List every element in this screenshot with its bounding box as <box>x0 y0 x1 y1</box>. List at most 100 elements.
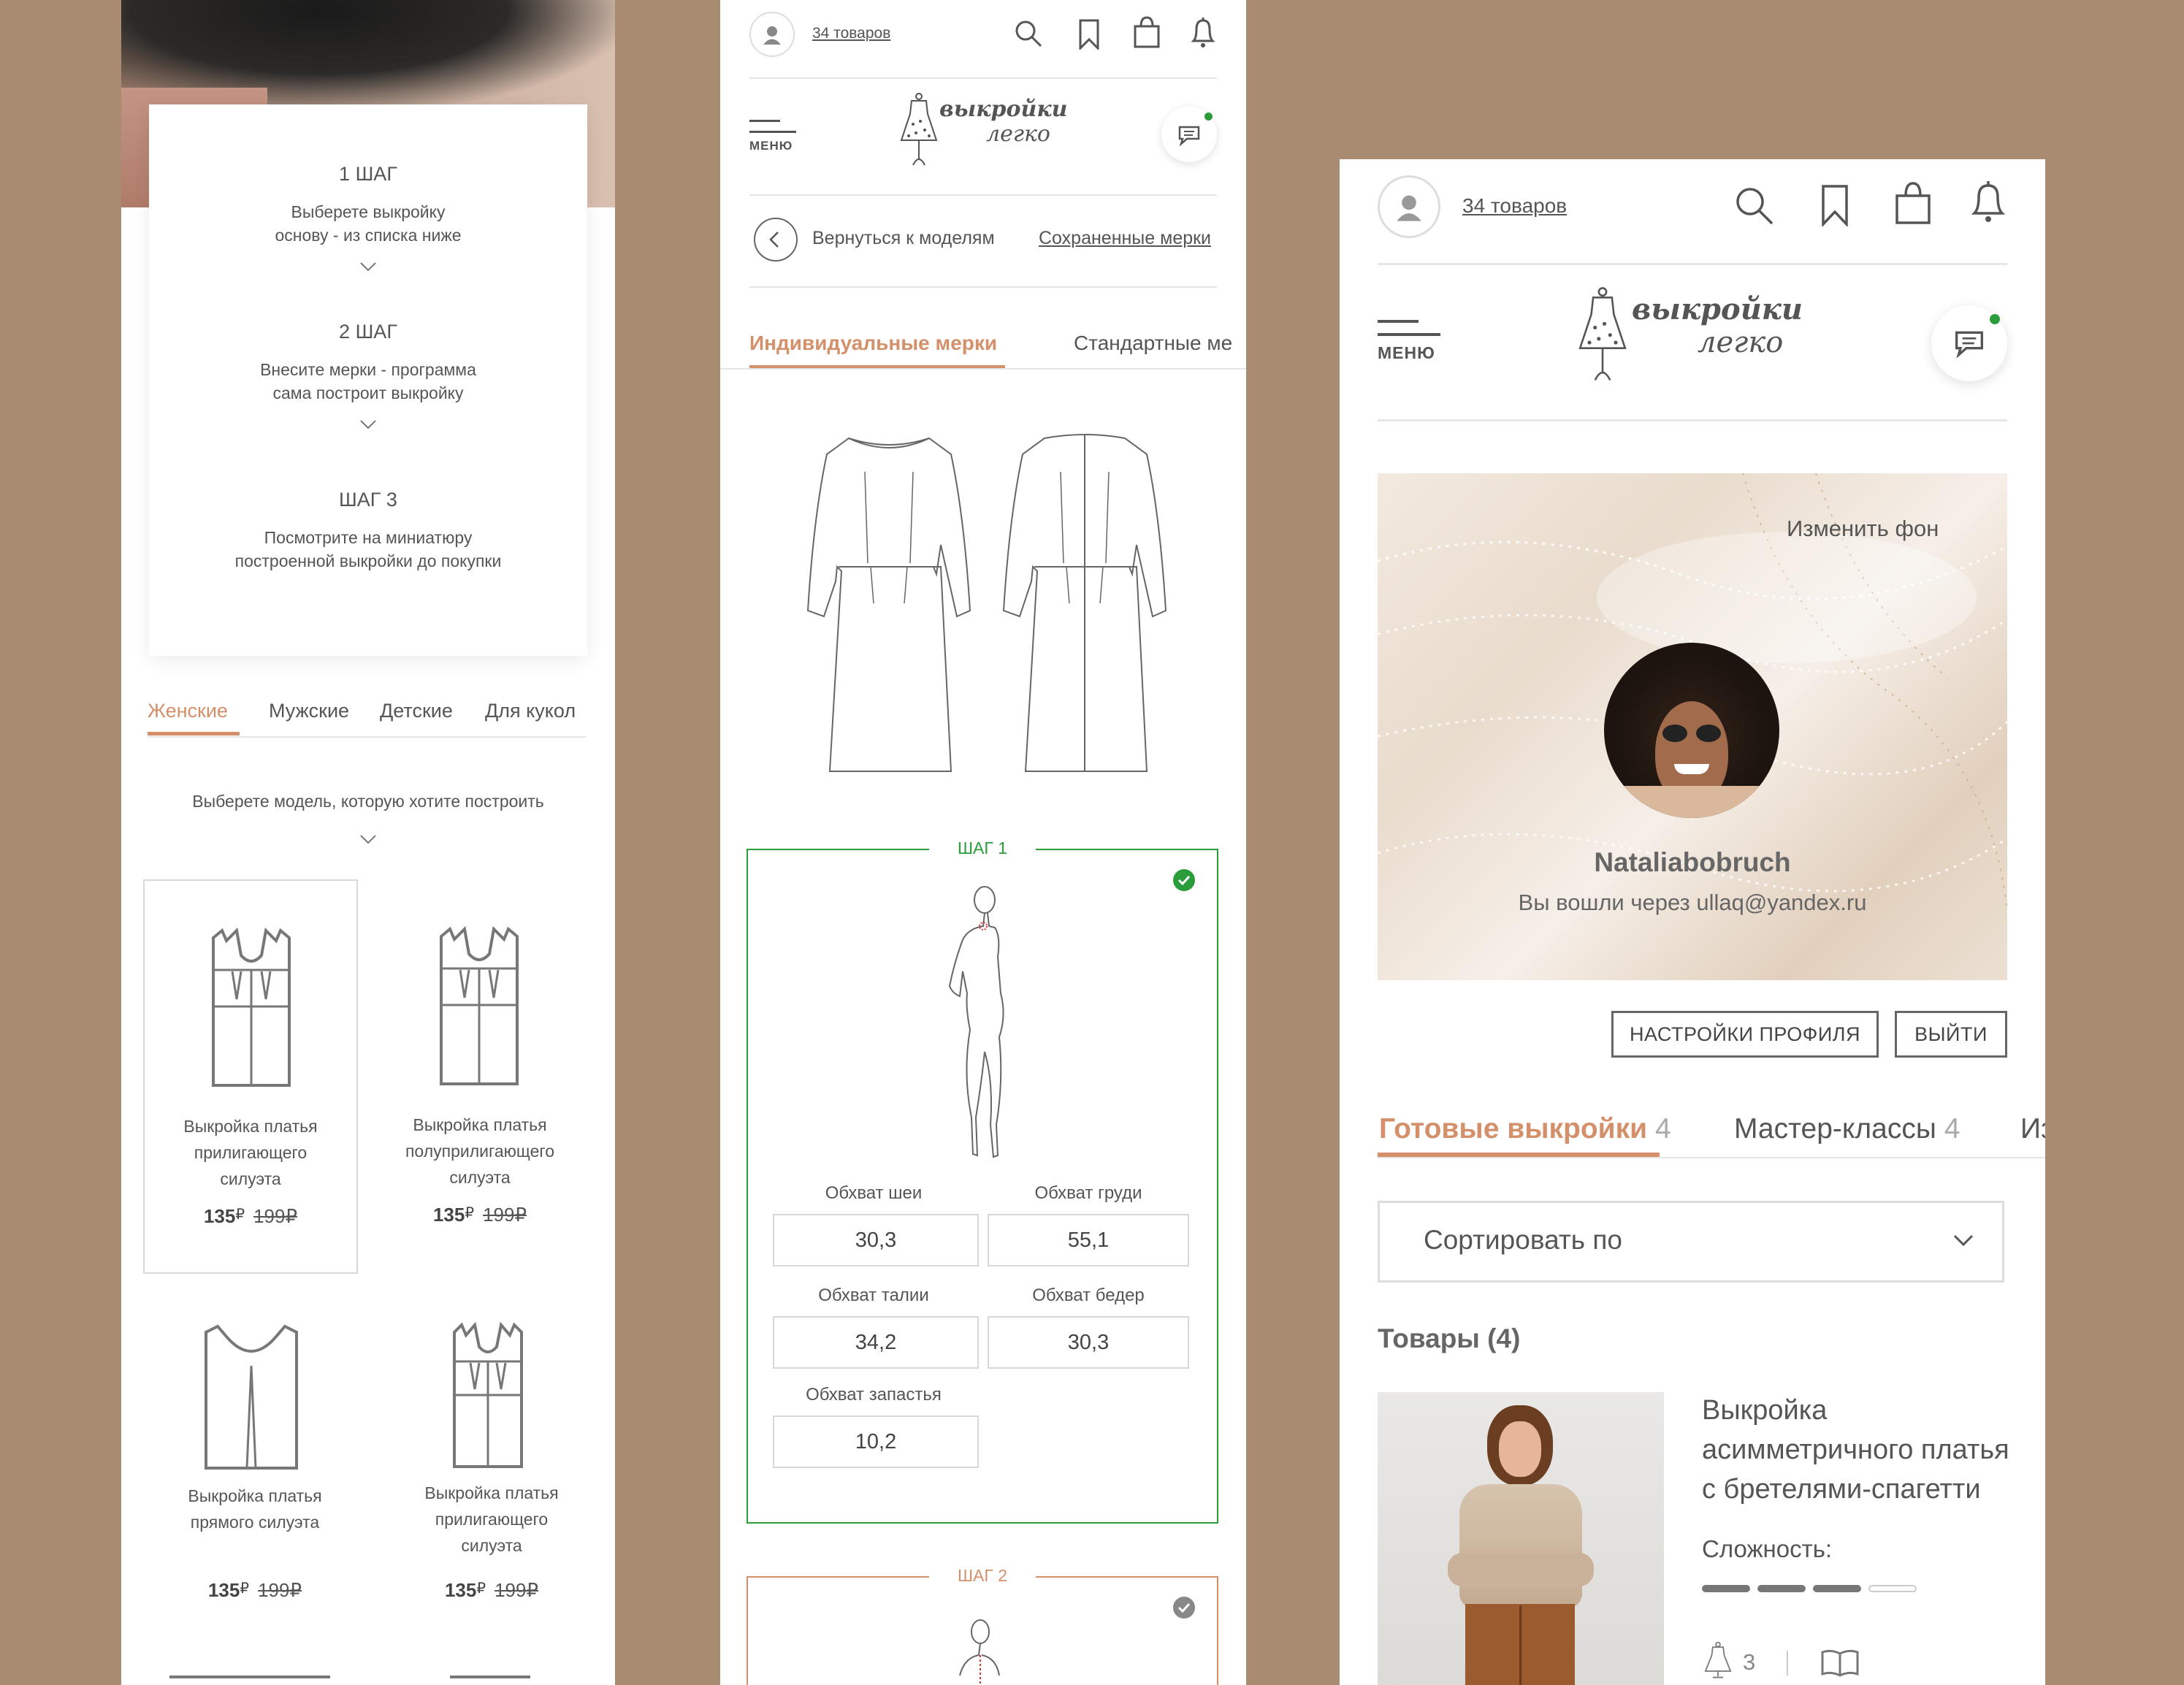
product-name: Выкройка платья прямого силуэта <box>188 1486 322 1532</box>
chat-button[interactable] <box>1161 107 1217 162</box>
change-background-button[interactable]: Изменить фон <box>1787 516 1939 542</box>
menu-button[interactable]: МЕНЮ <box>749 120 808 156</box>
choose-model-text: Выберете модель, которую хотите построит… <box>192 792 544 811</box>
step-1-box: ШАГ 1 Обхват шеи Обхват груди 30,3 55,1 … <box>747 838 1218 1524</box>
chest-input[interactable]: 55,1 <box>988 1214 1189 1266</box>
body-figure-illustration <box>954 1617 1005 1685</box>
wrist-input[interactable]: 10,2 <box>773 1415 979 1468</box>
divider <box>1378 419 2007 421</box>
profile-cover: Изменить фон Nataliabobruch Вы вошли чер… <box>1378 473 2007 980</box>
cart-count-link[interactable]: 34 товаров <box>1462 194 1567 218</box>
avatar[interactable] <box>1378 175 1440 238</box>
bookmark-icon[interactable] <box>1820 184 1849 226</box>
search-icon[interactable] <box>1014 19 1043 48</box>
chevron-down-icon <box>359 834 377 844</box>
shopping-bag-icon[interactable] <box>1132 16 1161 48</box>
product-image[interactable] <box>1378 1392 1664 1685</box>
search-icon[interactable] <box>1734 186 1775 226</box>
step-2-text: Внесите мерки - программа сама построит в… <box>260 360 476 402</box>
avatar[interactable] <box>749 12 795 57</box>
tab-ready-patterns[interactable]: Готовые выкройки 4 <box>1379 1113 1671 1145</box>
saved-measurements-link[interactable]: Сохраненные мерки <box>1039 228 1211 249</box>
menu-button[interactable]: МЕНЮ <box>1378 320 1451 364</box>
divider <box>1378 1157 2045 1158</box>
product-name: Выкройка платья прилигающего силуэта <box>183 1117 318 1188</box>
product-name: Выкройка платья прилигающего силуэта <box>424 1483 559 1555</box>
chat-button[interactable] <box>1931 305 2007 381</box>
tab-master-classes[interactable]: Мастер-классы 4 <box>1734 1113 1960 1145</box>
product-card[interactable]: Выкройка платья прилигающего силуэта 135₽ 1… <box>384 1307 599 1621</box>
product-card[interactable]: Выкройка платья полуприлигающего силуэта 1… <box>373 879 587 1274</box>
step-2-box: ШАГ 2 <box>747 1566 1218 1685</box>
sort-dropdown[interactable]: Сортировать по <box>1378 1201 2004 1283</box>
difficulty-meter <box>1702 1585 1918 1592</box>
hips-input[interactable]: 30,3 <box>988 1316 1189 1369</box>
back-to-models-link[interactable]: Вернуться к моделям <box>812 228 995 249</box>
dress-pattern-icon <box>169 1676 330 1685</box>
tab-kids[interactable]: Детские <box>380 700 453 722</box>
check-icon <box>1173 869 1195 891</box>
dress-front-sketch <box>798 428 980 779</box>
product-price: 135₽ 199₽ <box>444 1579 539 1601</box>
neck-label: Обхват шеи <box>825 1183 923 1203</box>
dress-back-sketch <box>993 428 1176 779</box>
product-price: 135₽ 199₽ <box>207 1579 302 1601</box>
username: Nataliabobruch <box>1594 847 1791 877</box>
divider <box>749 77 1217 79</box>
waist-input[interactable]: 34,2 <box>773 1316 979 1369</box>
product-name: Выкройка платья полуприлигающего силуэта <box>405 1115 555 1187</box>
divider <box>749 286 1217 288</box>
product-title[interactable]: Выкройка асимметричного платья с бретелями… <box>1702 1391 2009 1509</box>
logo-text-top: выкройки <box>939 96 1068 122</box>
middle-panel: 34 товаров МЕНЮ выкройки легко Вернуться <box>720 0 1246 1685</box>
neck-input[interactable]: 30,3 <box>773 1214 979 1266</box>
sort-label: Сортировать по <box>1424 1225 1622 1255</box>
dress-pattern-icon <box>210 926 292 1088</box>
right-panel: 34 товаров МЕНЮ выкройки легко Изменить … <box>1340 159 2045 1685</box>
menu-label: МЕНЮ <box>749 139 793 153</box>
tab-individual-measurements[interactable]: Индивидуальные мерки <box>749 332 997 355</box>
logo[interactable]: выкройки легко <box>898 92 1088 172</box>
back-button[interactable] <box>754 218 798 261</box>
user-icon <box>763 26 781 45</box>
dress-pattern-icon <box>203 1322 299 1471</box>
tab-standard-measurements[interactable]: Стандартные ме <box>1074 332 1232 355</box>
steps-card: 1 ШАГ Выберете выкройку основу - из списк… <box>149 104 587 656</box>
tab-dolls[interactable]: Для кукол <box>485 700 576 722</box>
menu-label: МЕНЮ <box>1378 343 1435 362</box>
product-card[interactable]: Выкройка платья прилигающего силуэта 135₽ 1… <box>143 879 358 1274</box>
cart-count-link[interactable]: 34 товаров <box>812 25 890 42</box>
online-dot <box>1204 112 1213 121</box>
logo[interactable]: выкройки легко <box>1576 285 1825 391</box>
bell-icon[interactable] <box>1189 16 1217 50</box>
book-icon[interactable] <box>1820 1648 1860 1677</box>
check-icon <box>1173 1597 1195 1619</box>
logout-button[interactable]: ВЫЙТИ <box>1895 1011 2007 1058</box>
logo-text-bottom: легко <box>1698 326 1784 359</box>
chevron-down-icon <box>359 261 377 272</box>
divider <box>720 368 1246 370</box>
goods-title: Товары (4) <box>1378 1323 1521 1353</box>
waist-label: Обхват талии <box>818 1285 929 1305</box>
tab-women[interactable]: Женские <box>148 700 228 722</box>
shopping-bag-icon[interactable] <box>1893 181 1933 225</box>
dress-pattern-icon <box>438 925 520 1087</box>
difficulty-label: Сложность: <box>1702 1535 1833 1562</box>
profile-avatar[interactable] <box>1604 643 1779 818</box>
dress-form-logo-icon <box>900 93 938 166</box>
logo-text-bottom: легко <box>986 121 1050 147</box>
tab-women-underline <box>148 732 240 735</box>
chat-icon <box>1178 126 1200 146</box>
profile-settings-button[interactable]: НАСТРОЙКИ ПРОФИЛЯ <box>1611 1011 1879 1058</box>
chevron-down-icon <box>1952 1234 1974 1247</box>
bookmark-icon[interactable] <box>1078 19 1100 50</box>
bell-icon[interactable] <box>1969 180 2007 225</box>
tab-favorites[interactable]: Из <box>2020 1113 2045 1145</box>
tab-men[interactable]: Мужские <box>269 700 349 722</box>
step-1-title: 1 ШАГ <box>339 163 397 185</box>
product-card[interactable]: Выкройка платья прямого силуэта 135₽ 199₽ <box>148 1307 362 1621</box>
left-panel: 1 ШАГ Выберете выкройку основу - из списк… <box>121 0 615 1685</box>
step-3-text: Посмотрите на миниатюру построенной выкро… <box>234 528 502 570</box>
chat-icon <box>1955 331 1983 358</box>
body-figure-illustration <box>928 884 1037 1161</box>
